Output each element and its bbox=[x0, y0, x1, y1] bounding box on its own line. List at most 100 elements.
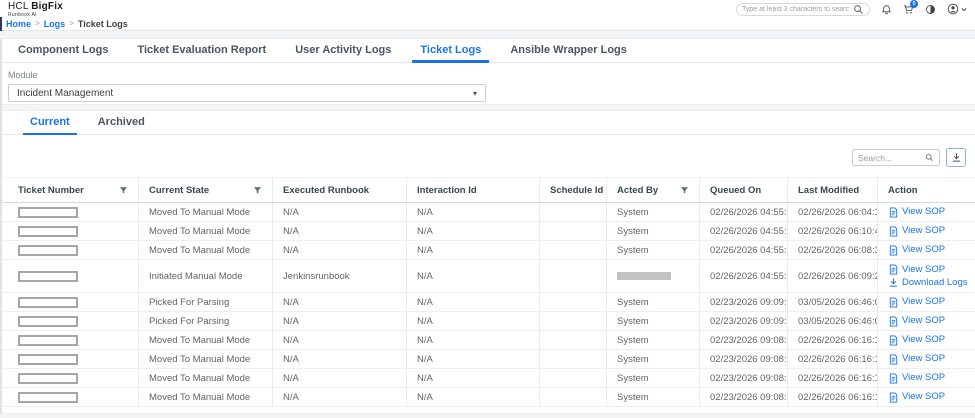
section-divider bbox=[0, 31, 975, 39]
cell-current-state: Moved To Manual Mode bbox=[139, 222, 273, 240]
cell-current-state: Picked For Parsing bbox=[139, 293, 273, 311]
table-row: Moved To Manual ModeN/AN/ASystem02/23/20… bbox=[0, 331, 975, 350]
section-divider bbox=[0, 104, 975, 111]
download-icon bbox=[951, 152, 962, 163]
cell-interaction-id: N/A bbox=[407, 350, 540, 368]
cell-schedule-id bbox=[540, 388, 607, 406]
column-label: Ticket Number bbox=[18, 185, 84, 196]
view-sop-link[interactable]: View SOP bbox=[888, 226, 945, 237]
action-label: View SOP bbox=[902, 297, 945, 307]
view-sop-link[interactable]: View SOP bbox=[888, 245, 945, 256]
global-search-input[interactable] bbox=[742, 6, 849, 13]
column-label: Executed Runbook bbox=[283, 185, 369, 196]
breadcrumb-logs[interactable]: Logs bbox=[44, 19, 66, 29]
view-sop-link[interactable]: View SOP bbox=[888, 354, 945, 365]
cell-action: View SOP Download Logs bbox=[878, 260, 975, 292]
cell-executed-runbook: N/A bbox=[273, 331, 407, 349]
view-sop-link[interactable]: View SOP bbox=[888, 207, 945, 218]
tab-component-logs[interactable]: Component Logs bbox=[10, 39, 116, 62]
action-label: View SOP bbox=[902, 354, 945, 364]
module-select-value: Incident Management bbox=[17, 88, 113, 99]
cell-current-state: Moved To Manual Mode bbox=[139, 203, 273, 221]
brand-title: HCL BigFix bbox=[8, 2, 63, 12]
cell-last-modified: 03/05/2026 06:46:08 AM bbox=[788, 312, 878, 330]
cell-last-modified: 02/26/2026 06:09:24 AM bbox=[788, 260, 878, 292]
table-row: Picked For ParsingN/AN/ASystem02/23/2026… bbox=[0, 293, 975, 312]
cell-ticket-number bbox=[0, 369, 139, 387]
module-select[interactable]: Incident Management ▾ bbox=[8, 84, 486, 102]
cart-badge: 0 bbox=[910, 0, 918, 8]
user-menu[interactable] bbox=[947, 3, 967, 15]
cell-ticket-number bbox=[0, 331, 139, 349]
table-toolbar bbox=[0, 135, 975, 177]
table-row: Picked For ParsingN/AN/ASystem02/23/2026… bbox=[0, 312, 975, 331]
cell-executed-runbook: N/A bbox=[273, 312, 407, 330]
theme-toggle-icon[interactable] bbox=[925, 4, 936, 15]
filter-icon[interactable] bbox=[119, 186, 128, 195]
cell-queued-on: 02/26/2026 04:55:52 AM bbox=[700, 241, 788, 259]
view-sop-link[interactable]: View SOP bbox=[888, 297, 945, 308]
breadcrumb-separator: > bbox=[69, 19, 74, 28]
search-icon[interactable] bbox=[853, 4, 864, 15]
ticket-logs-table: Ticket NumberCurrent StateExecuted Runbo… bbox=[0, 177, 975, 407]
section-divider bbox=[0, 413, 975, 418]
cell-ticket-number bbox=[0, 203, 139, 221]
cell-schedule-id bbox=[540, 369, 607, 387]
app-window: HCL BigFix Runbook AI 0 Home > Logs > Ti bbox=[0, 0, 975, 418]
cell-acted-by: System bbox=[607, 312, 700, 330]
column-header-interaction-id: Interaction Id bbox=[407, 178, 540, 202]
cell-ticket-number bbox=[0, 388, 139, 406]
action-label: View SOP bbox=[902, 207, 945, 217]
table-search-input[interactable] bbox=[858, 153, 922, 163]
download-icon bbox=[888, 277, 899, 288]
table-row: Moved To Manual ModeN/AN/ASystem02/26/20… bbox=[0, 222, 975, 241]
action-label: View SOP bbox=[902, 226, 945, 236]
table-search[interactable] bbox=[852, 149, 940, 166]
cell-last-modified: 02/26/2026 06:16:14 AM bbox=[788, 331, 878, 349]
subtab-current[interactable]: Current bbox=[25, 111, 75, 134]
cart-button[interactable]: 0 bbox=[903, 4, 914, 15]
logs-panel: Component Logs Ticket Evaluation Report … bbox=[0, 39, 975, 104]
cell-ticket-number bbox=[0, 312, 139, 330]
view-sop-link[interactable]: View SOP bbox=[888, 373, 945, 384]
cell-current-state: Moved To Manual Mode bbox=[139, 350, 273, 368]
cell-executed-runbook: N/A bbox=[273, 388, 407, 406]
global-search[interactable] bbox=[736, 3, 870, 16]
cell-acted-by: System bbox=[607, 293, 700, 311]
cell-interaction-id: N/A bbox=[407, 203, 540, 221]
tab-ticket-evaluation-report[interactable]: Ticket Evaluation Report bbox=[129, 39, 274, 62]
subtab-archived[interactable]: Archived bbox=[93, 111, 150, 134]
view-sop-link[interactable]: View SOP bbox=[888, 316, 945, 327]
cell-executed-runbook: Jenkinsrunbook bbox=[273, 260, 407, 292]
cell-current-state: Moved To Manual Mode bbox=[139, 241, 273, 259]
download-table-button[interactable] bbox=[946, 148, 966, 167]
cell-executed-runbook: N/A bbox=[273, 293, 407, 311]
cell-acted-by: System bbox=[607, 369, 700, 387]
view-sop-icon bbox=[888, 226, 899, 237]
view-sop-link[interactable]: View SOP bbox=[888, 335, 945, 346]
cell-executed-runbook: N/A bbox=[273, 350, 407, 368]
bell-icon[interactable] bbox=[881, 4, 892, 15]
table-header-row: Ticket NumberCurrent StateExecuted Runbo… bbox=[0, 177, 975, 203]
download-logs-link[interactable]: Download Logs bbox=[888, 277, 968, 288]
tab-ticket-logs[interactable]: Ticket Logs bbox=[412, 39, 489, 62]
redacted-ticket-number bbox=[18, 226, 78, 237]
table-body: Moved To Manual ModeN/AN/ASystem02/26/20… bbox=[0, 203, 975, 407]
view-sop-link[interactable]: View SOP bbox=[888, 392, 945, 403]
view-sop-link[interactable]: View SOP bbox=[888, 264, 945, 275]
redacted-ticket-number bbox=[18, 335, 78, 346]
cell-acted-by: System bbox=[607, 222, 700, 240]
filter-icon[interactable] bbox=[680, 186, 689, 195]
tab-ansible-wrapper-logs[interactable]: Ansible Wrapper Logs bbox=[502, 39, 635, 62]
column-header-executed-runbook: Executed Runbook bbox=[273, 178, 407, 202]
tab-user-activity-logs[interactable]: User Activity Logs bbox=[287, 39, 399, 62]
filter-icon[interactable] bbox=[253, 186, 262, 195]
chevron-down-icon bbox=[961, 7, 967, 12]
cell-interaction-id: N/A bbox=[407, 312, 540, 330]
cell-last-modified: 02/26/2026 06:16:14 AM bbox=[788, 369, 878, 387]
user-avatar-icon[interactable] bbox=[947, 3, 959, 15]
breadcrumb-home[interactable]: Home bbox=[6, 19, 31, 29]
column-header-queued-on: Queued On bbox=[700, 178, 788, 202]
cell-action: View SOP bbox=[878, 241, 975, 259]
state-subtabs: Current Archived bbox=[0, 111, 975, 135]
